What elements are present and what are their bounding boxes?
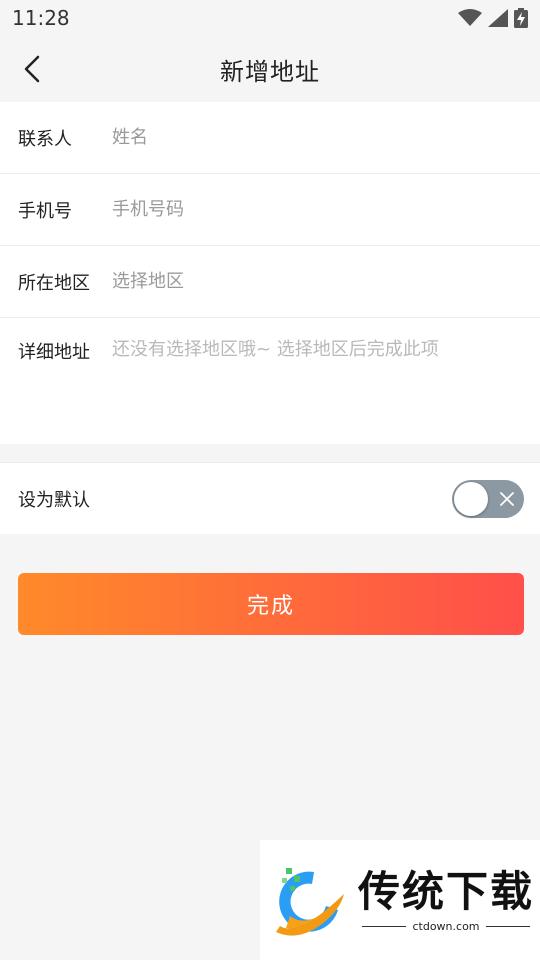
back-button[interactable] bbox=[14, 51, 50, 87]
toggle-knob bbox=[454, 481, 488, 516]
status-time: 11:28 bbox=[12, 6, 70, 30]
detail-address-input[interactable] bbox=[112, 338, 522, 428]
status-icons bbox=[458, 8, 528, 28]
wifi-icon bbox=[458, 9, 482, 26]
watermark: 传统下载 ctdown.com bbox=[260, 840, 540, 960]
address-form: 联系人 手机号 所在地区 详细地址 bbox=[0, 102, 540, 444]
default-toggle[interactable] bbox=[452, 479, 524, 518]
phone-input[interactable] bbox=[112, 199, 522, 220]
detail-address-label: 详细地址 bbox=[18, 342, 90, 363]
watermark-text: 传统下载 ctdown.com bbox=[358, 866, 535, 933]
chevron-left-icon bbox=[24, 55, 40, 83]
detail-address-row: 详细地址 bbox=[0, 318, 540, 444]
submit-area: 完成 bbox=[0, 534, 540, 635]
contact-name-input[interactable] bbox=[112, 127, 522, 148]
signal-icon bbox=[488, 9, 508, 27]
default-setting-label: 设为默认 bbox=[18, 489, 90, 511]
watermark-subtitle: ctdown.com bbox=[412, 919, 480, 933]
contact-label: 联系人 bbox=[18, 128, 72, 150]
contact-row: 联系人 bbox=[0, 102, 540, 174]
app-header: 新增地址 bbox=[0, 36, 540, 102]
phone-row: 手机号 bbox=[0, 174, 540, 246]
region-row[interactable]: 所在地区 bbox=[0, 246, 540, 318]
battery-charging-icon bbox=[514, 8, 528, 28]
ctdown-logo-icon bbox=[276, 868, 344, 936]
close-icon bbox=[500, 491, 514, 506]
page-title: 新增地址 bbox=[220, 57, 320, 86]
region-select[interactable] bbox=[112, 271, 522, 292]
submit-button[interactable]: 完成 bbox=[18, 573, 524, 635]
watermark-title: 传统下载 bbox=[358, 866, 535, 916]
phone-label: 手机号 bbox=[18, 200, 72, 222]
default-setting-row: 设为默认 bbox=[0, 462, 540, 534]
section-gap bbox=[0, 444, 540, 462]
region-label: 所在地区 bbox=[18, 272, 90, 294]
divider bbox=[362, 925, 407, 927]
watermark-subtitle-row: ctdown.com bbox=[362, 919, 530, 933]
status-bar: 11:28 bbox=[0, 0, 540, 36]
divider bbox=[485, 925, 530, 927]
